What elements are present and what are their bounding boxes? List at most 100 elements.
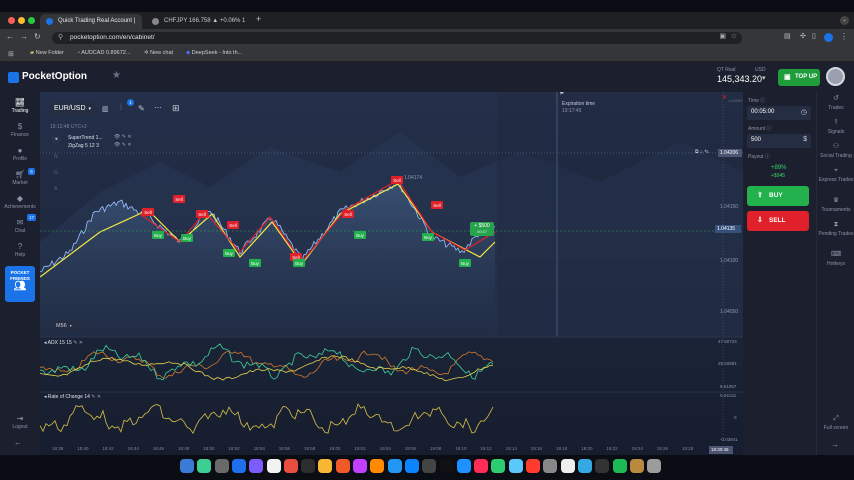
dock-app-icon[interactable]	[197, 459, 212, 473]
dock-app-icon[interactable]	[508, 459, 523, 473]
new-tab-button[interactable]: +	[256, 14, 261, 24]
dock-app-icon[interactable]	[577, 459, 592, 473]
minimize-window-icon[interactable]	[18, 17, 25, 24]
dock-app-icon[interactable]	[283, 459, 298, 473]
chart-canvas[interactable]: Sell Buy Sell Buy Sell Buy Sell Buy Sell Buy Sell B…	[40, 92, 743, 455]
dock-app-icon[interactable]	[474, 459, 489, 473]
dock-app-icon[interactable]	[353, 459, 367, 473]
maximize-window-icon[interactable]	[28, 17, 35, 24]
sidebar-item-achievements[interactable]: ◆ Achievements	[0, 194, 40, 210]
app-logo-text[interactable]: PocketOption	[22, 71, 87, 82]
adx-label[interactable]: ◂ ADX 15 15 ✎ ✕	[44, 340, 83, 346]
sidebar-item-tournaments[interactable]: ♛ Tournaments	[817, 197, 854, 213]
bookmark-item[interactable]: ◆ DeepSeek - Into th...	[186, 50, 242, 56]
dock-app-icon[interactable]	[422, 459, 437, 473]
roc-label[interactable]: ◂ Rate of Change 14 ✎ ✕	[44, 394, 101, 400]
pocket-friends-banner[interactable]: POCKET FRIENDS 👥︎	[5, 266, 35, 302]
sidebar-item-express-trades[interactable]: ⌖ Express Trades	[817, 167, 854, 183]
timeframe-selector[interactable]: M56 ▾	[52, 321, 82, 332]
sidebar-item-hotkeys[interactable]: ⌨ Hotkeys	[817, 251, 854, 267]
browser-tab[interactable]: CHFJPY 166.758 ▲ +0.06% 1	[146, 14, 248, 29]
dock-app-icon[interactable]	[335, 459, 350, 473]
indicator-zigzag-label[interactable]: ZigZag 5 12 3	[68, 143, 99, 149]
dock-app-icon[interactable]	[249, 459, 264, 473]
sidebar-item-trades[interactable]: ↺ Trades	[817, 95, 854, 111]
reload-icon[interactable]: ↻	[34, 32, 41, 41]
sidebar-item-chat[interactable]: ✉ Chat 17	[0, 214, 40, 234]
dock-app-icon[interactable]	[629, 459, 644, 473]
open-trade-badge[interactable]: + $500 00:57	[470, 222, 494, 236]
sell-button[interactable]: ⇩ SELL	[747, 211, 809, 231]
fullscreen-button[interactable]: ⤢ Full screen	[817, 415, 854, 431]
legend-collapse-icon[interactable]: ◂	[52, 135, 60, 143]
dock-app-icon[interactable]	[231, 459, 246, 473]
apps-grid-icon[interactable]: ⊞	[8, 50, 14, 58]
dock-app-icon[interactable]	[439, 459, 454, 473]
logout-button[interactable]: ⇥ Logout	[0, 414, 40, 430]
dock-app-icon[interactable]	[370, 459, 385, 473]
buy-button[interactable]: ⇧ BUY	[747, 186, 809, 206]
drawing-pencil-icon[interactable]: ✎	[138, 104, 145, 113]
browser-tab-active[interactable]: Quick Trading Real Account |	[40, 14, 142, 29]
dock-app-icon[interactable]	[180, 459, 194, 473]
time-input[interactable]: 00:05:00 ◷	[747, 106, 811, 120]
favorite-star-icon[interactable]: ★	[112, 70, 121, 81]
expand-arrow-icon[interactable]: →	[831, 440, 839, 449]
drawing-tool-icon[interactable]: G	[54, 170, 58, 176]
dock-app-icon[interactable]	[214, 459, 229, 473]
forward-icon[interactable]: →	[20, 32, 28, 41]
balance-value[interactable]: 145,343.20	[717, 74, 762, 84]
sidebar-item-trading[interactable]: 📈︎ Trading	[0, 98, 40, 114]
clock-icon[interactable]: ◷	[801, 108, 807, 116]
bookmark-item[interactable]: ✲ New chat	[144, 50, 173, 56]
drawing-tool-icon[interactable]: N	[54, 154, 58, 160]
sidebar-item-help[interactable]: ? Help	[0, 242, 40, 258]
sidebar-item-pending-trades[interactable]: ⧗ Pending Trades	[817, 221, 854, 237]
sidebar-item-profile[interactable]: ● Profile	[0, 146, 40, 162]
drawing-tool-icon[interactable]: A	[54, 186, 57, 192]
dock-app-icon[interactable]	[456, 459, 471, 473]
bookmark-star-icon[interactable]: ☆	[731, 32, 737, 40]
dock-app-icon[interactable]	[404, 459, 419, 473]
indicators-icon[interactable]: ⫶	[120, 105, 122, 113]
browser-menu-icon[interactable]: ⋮	[840, 32, 848, 41]
sidebar-item-social-trading[interactable]: ⚇ Social Trading	[817, 143, 854, 159]
address-bar[interactable]: ⚲ pocketoption.com/en/cabinet/ ▣ ☆	[52, 32, 742, 44]
back-icon[interactable]: ←	[6, 32, 14, 41]
bookmark-item[interactable]: ▪ AUDCAD 0.89672...	[78, 50, 130, 56]
dock-app-icon[interactable]	[612, 459, 627, 473]
install-icon[interactable]: ▣	[719, 32, 726, 40]
dock-app-icon[interactable]	[266, 459, 281, 473]
extension-icon[interactable]: ▤	[784, 32, 791, 40]
collapse-arrow-icon[interactable]: ←	[14, 438, 22, 447]
close-x-icon[interactable]: ✕	[722, 94, 727, 101]
chart-type-icon[interactable]: ▥	[102, 105, 109, 113]
dock-app-icon[interactable]	[595, 459, 610, 473]
sidebar-item-market[interactable]: 🛒︎ Market 6	[0, 168, 40, 186]
extensions-puzzle-icon[interactable]: ✣	[800, 32, 806, 40]
dock-app-icon[interactable]	[491, 459, 506, 473]
indicator-controls-icon[interactable]: 👁 ✎ ✕	[114, 142, 132, 148]
chart-area[interactable]: Sell Buy Sell Buy Sell Buy Sell Buy Sell Buy Sell B…	[40, 92, 743, 455]
balance-dropdown-icon[interactable]: ▾	[762, 74, 766, 82]
dock-app-icon[interactable]	[526, 459, 540, 473]
asset-selector[interactable]: EUR/USD ▾	[50, 102, 96, 116]
sidebar-icon[interactable]: ▯	[812, 32, 816, 40]
dock-app-icon[interactable]	[560, 459, 575, 473]
sidebar-item-signals[interactable]: ⫯ Signals	[817, 119, 854, 135]
dock-app-icon[interactable]	[301, 459, 316, 473]
dock-app-icon[interactable]	[318, 459, 333, 473]
indicator-supertrend-label[interactable]: SuperTrend 1...	[68, 135, 103, 141]
chevron-down-icon[interactable]: ⌄	[840, 16, 849, 25]
amount-input[interactable]: 500 $	[747, 134, 811, 148]
top-up-button[interactable]: ▣ TOP UP	[778, 69, 820, 86]
site-info-icon[interactable]: ⚲	[58, 33, 63, 41]
indicator-controls-icon[interactable]: 👁 ✎ ✕	[114, 134, 132, 140]
user-avatar[interactable]	[826, 67, 845, 86]
sidebar-item-finance[interactable]: $ Finance	[0, 122, 40, 138]
dock-app-icon[interactable]	[647, 459, 662, 473]
bookmark-item[interactable]: ▰ New Folder	[30, 50, 64, 56]
crosshair-tools-icon[interactable]: ⧉ ⌂ ✎	[695, 149, 709, 155]
dock-app-icon[interactable]	[387, 459, 402, 473]
dock-app-icon[interactable]	[543, 459, 558, 473]
